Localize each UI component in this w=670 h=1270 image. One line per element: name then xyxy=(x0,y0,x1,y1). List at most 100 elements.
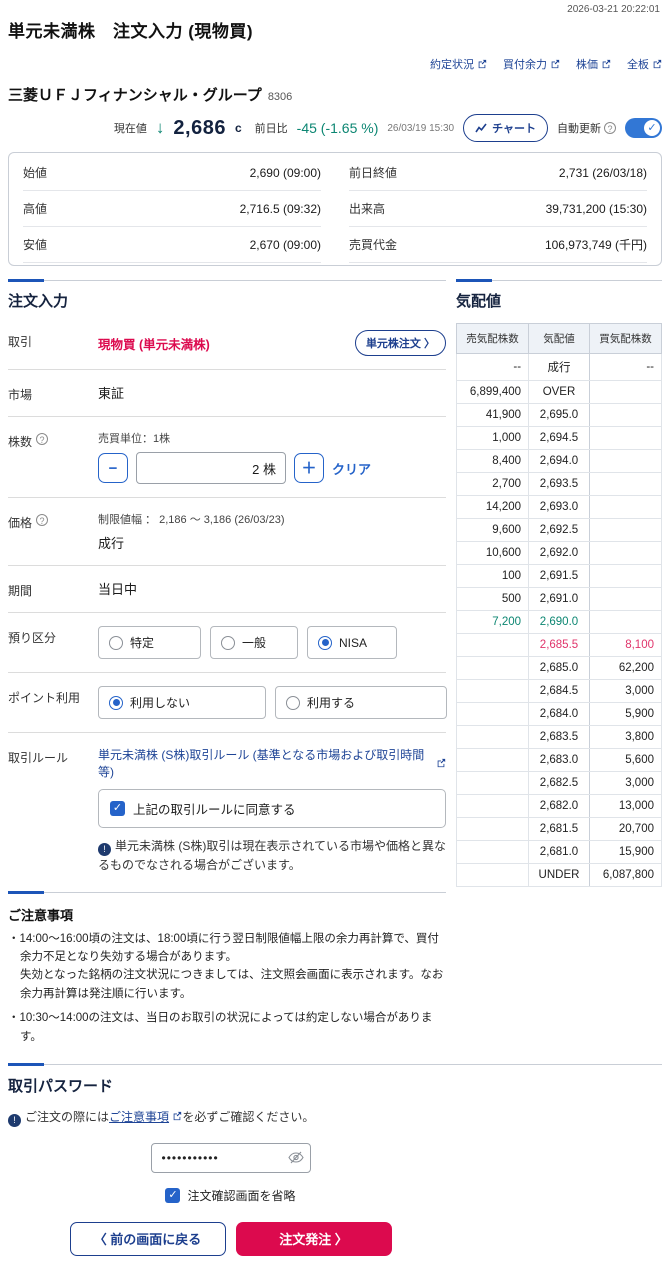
notes-link[interactable]: ご注意事項 xyxy=(109,1110,169,1124)
quantity-plus-button[interactable]: ＋ xyxy=(294,453,324,483)
price-down-arrow-icon: ↓ xyxy=(155,118,165,137)
external-link-icon xyxy=(550,59,560,69)
rules-info: 単元未満株 (S株)取引は現在表示されている市場や価格と異なるものでなされる場合… xyxy=(98,837,446,875)
link-execution-status[interactable]: 約定状況 xyxy=(430,56,487,72)
radio-selected-icon xyxy=(318,635,332,650)
skip-confirm-label: 注文確認画面を省略 xyxy=(187,1188,296,1203)
price-type-value: 成行 xyxy=(98,536,125,551)
quote-summary-box: 始値 2,690 (09:00) 高値 2,716.5 (09:32) 安値 2… xyxy=(8,152,662,266)
book-cell-price: 2,692.5 xyxy=(528,518,590,542)
order-book-column: 気配値 売気配株数 気配値 買気配株数 -- 成行 -- 6,899,400 OVER 4… xyxy=(455,279,663,887)
points-option-not-use[interactable]: 利用しない xyxy=(98,686,266,719)
quantity-help-icon[interactable] xyxy=(36,433,49,445)
quantity-minus-button[interactable]: − xyxy=(98,453,128,483)
skip-confirm-checkbox[interactable]: 注文確認画面を省略 xyxy=(165,1187,296,1204)
link-stock-price[interactable]: 株価 xyxy=(576,56,611,72)
link-label: 全板 xyxy=(627,59,649,71)
form-row-rules: 取引ルール 単元未満株 (S株)取引ルール (基準となる市場および取引時間等) … xyxy=(8,733,446,888)
form-row-quantity: 株数 売買単位：1株 − ＋ クリア xyxy=(8,417,446,498)
rules-link[interactable]: 単元未満株 (S株)取引ルール (基準となる市場および取引時間等) xyxy=(98,746,446,780)
submit-order-button[interactable]: 注文発注 〉 xyxy=(235,1221,392,1256)
book-cell-price: 2,694.5 xyxy=(528,426,590,450)
note-line: ・14:00～16:00頃の注文は、18:00頃に行う翌日制限値幅上限の余力再計… xyxy=(8,932,439,963)
market-label: 市場 xyxy=(8,388,33,402)
stock-name: 三菱ＵＦＪフィナンシャル・グループ xyxy=(8,87,262,104)
book-cell-sell xyxy=(455,725,530,749)
book-cell-sell xyxy=(455,748,530,772)
book-cell-buy xyxy=(588,541,663,565)
book-cell-price: 2,693.5 xyxy=(528,472,590,496)
quote-label: 始値 xyxy=(23,166,48,180)
password-info-suffix: を必ずご確認ください。 xyxy=(182,1109,315,1124)
account-option-tokutei[interactable]: 特定 xyxy=(98,626,201,659)
book-row: 2,682.5 3,000 xyxy=(455,771,663,795)
rules-info-text: 単元未満株 (S株)取引は現在表示されている市場や価格と異なるものでなされる場合… xyxy=(98,839,446,872)
book-cell-sell xyxy=(455,656,530,680)
link-label: 買付余力 xyxy=(503,59,547,71)
book-cell-price: 2,682.0 xyxy=(528,794,590,818)
book-cell-buy: 3,000 xyxy=(588,771,663,795)
unit-share-order-button[interactable]: 単元株注文 〉 xyxy=(354,330,446,356)
book-cell-buy: 6,087,800 xyxy=(588,863,663,887)
password-visibility-eye-slash-icon[interactable] xyxy=(287,1151,304,1164)
book-cell-buy xyxy=(588,403,663,427)
order-entry-page: 2026-03-21 20:22:01 単元未満株 注文入力 (現物買) 約定状… xyxy=(0,0,670,1270)
book-cell-price: 2,690.0 xyxy=(528,610,590,634)
back-button[interactable]: 〈 前の画面に戻る xyxy=(69,1221,226,1256)
book-cell-buy: 20,700 xyxy=(588,817,663,841)
option-label: 利用する xyxy=(307,696,356,710)
account-option-nisa[interactable]: NISA xyxy=(307,626,397,659)
book-cell-buy xyxy=(588,587,663,611)
quote-label: 前日終値 xyxy=(349,166,398,180)
rules-label: 取引ルール xyxy=(8,751,69,765)
book-cell-sell xyxy=(455,771,530,795)
account-option-ippan[interactable]: 一般 xyxy=(210,626,298,659)
book-row: 2,683.5 3,800 xyxy=(455,725,663,749)
book-row: 2,684.5 3,000 xyxy=(455,679,663,703)
chart-button[interactable]: チャート xyxy=(463,114,548,142)
quote-value: 2,690 (09:00) xyxy=(249,165,321,180)
chart-icon xyxy=(475,123,487,133)
quote-value: 2,716.5 (09:32) xyxy=(239,201,321,216)
link-buying-power[interactable]: 買付余力 xyxy=(503,56,560,72)
book-row: 6,899,400 OVER xyxy=(455,380,663,404)
rules-agree-checkbox[interactable]: 上記の取引ルールに同意する xyxy=(98,789,446,828)
book-row: 100 2,691.5 xyxy=(455,564,663,588)
link-label: 約定状況 xyxy=(430,59,474,71)
book-row: 2,682.0 13,000 xyxy=(455,794,663,818)
quantity-clear-link[interactable]: クリア xyxy=(332,459,371,478)
book-cell-sell xyxy=(455,863,530,887)
external-link-icon xyxy=(652,59,662,69)
password-field-wrap xyxy=(150,1142,311,1173)
book-cell-sell: -- xyxy=(455,353,530,381)
quote-row: 出来高 39,731,200 (15:30) xyxy=(349,191,647,227)
help-icon[interactable] xyxy=(604,122,616,134)
book-cell-buy xyxy=(588,610,663,634)
board-title: 気配値 xyxy=(456,293,502,310)
quantity-input[interactable] xyxy=(136,452,286,484)
book-cell-sell: 41,900 xyxy=(455,403,530,427)
toggle-knob-check-icon xyxy=(644,120,660,136)
change-value: -45 (-1.65 %) xyxy=(296,120,379,136)
auto-update-label: 自動更新 xyxy=(557,120,616,136)
option-label: NISA xyxy=(339,635,368,650)
book-row: 2,685.0 62,200 xyxy=(455,656,663,680)
book-cell-price: 2,681.5 xyxy=(528,817,590,841)
form-row-price: 価格 制限値幅 ： 2,186 ～ 3,186 (26/03/23) 成行 xyxy=(8,498,446,566)
trade-password-input[interactable] xyxy=(150,1142,311,1173)
price-help-icon[interactable] xyxy=(36,514,49,526)
link-full-board[interactable]: 全板 xyxy=(627,56,662,72)
points-option-use[interactable]: 利用する xyxy=(275,686,447,719)
password-info-prefix: ご注文の際には xyxy=(25,1109,110,1124)
price-label-wrap: 価格 xyxy=(8,511,98,552)
book-row: 2,685.5 8,100 xyxy=(455,633,663,657)
book-cell-buy: 5,600 xyxy=(588,748,663,772)
stock-header: 三菱ＵＦＪフィナンシャル・グループ 8306 xyxy=(8,84,662,105)
book-cell-price: 2,681.0 xyxy=(528,840,590,864)
book-row: 7,200 2,690.0 xyxy=(455,610,663,634)
checkbox-checked-icon xyxy=(165,1187,181,1203)
quantity-field-area: 売買単位：1株 − ＋ クリア xyxy=(98,430,446,484)
book-header-buy: 買気配株数 xyxy=(588,323,663,354)
auto-update-toggle[interactable] xyxy=(625,118,662,138)
password-section-header: 取引パスワード xyxy=(8,1062,662,1096)
